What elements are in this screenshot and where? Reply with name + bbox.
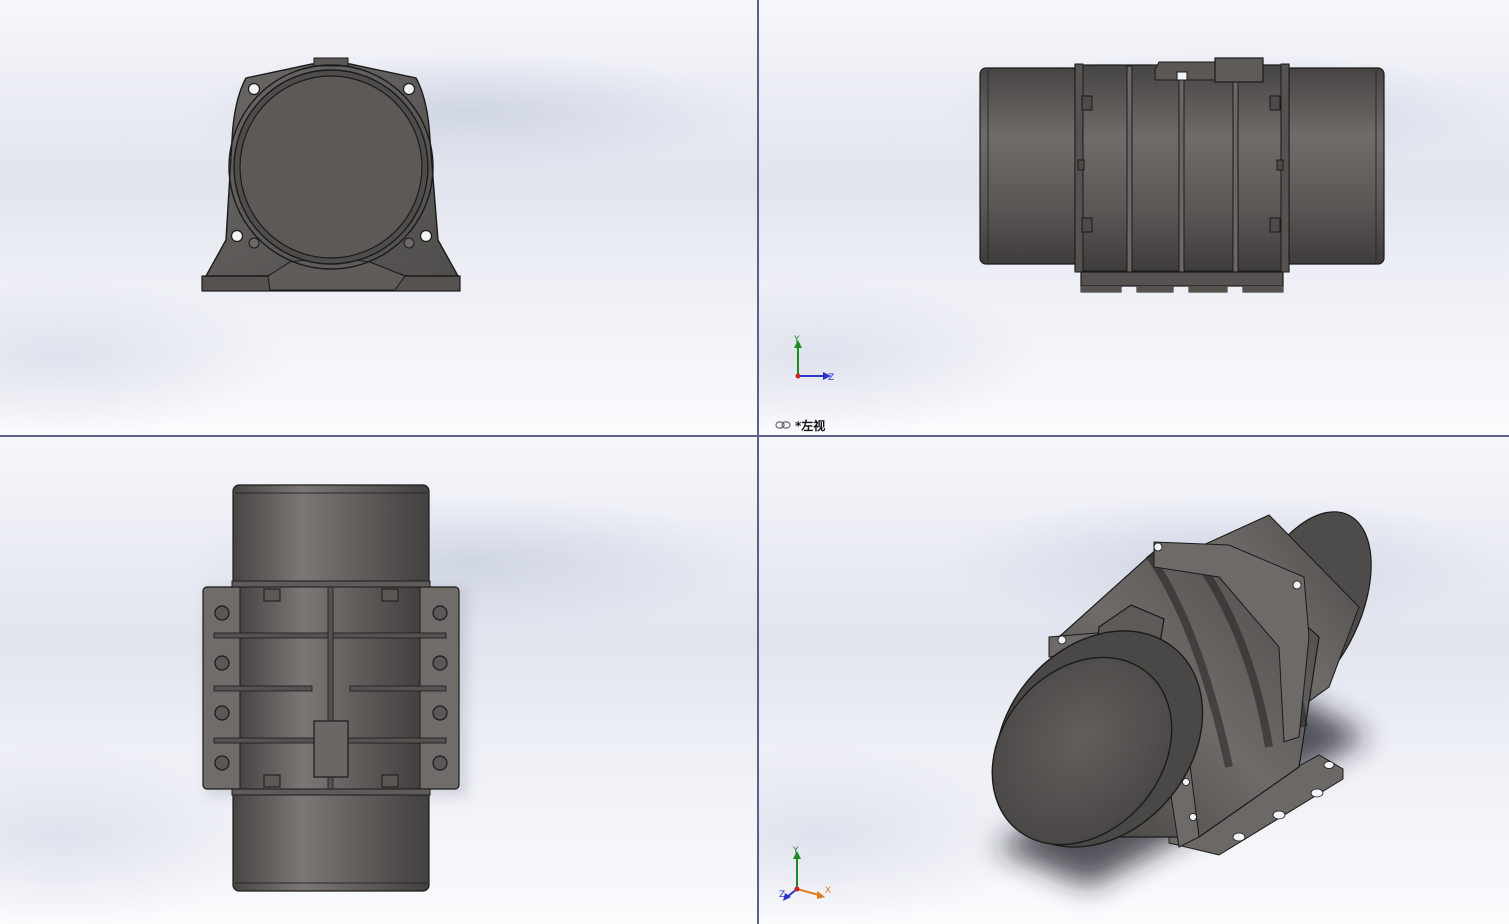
front-viewport[interactable]	[0, 0, 757, 435]
view-label: *左视	[775, 417, 825, 433]
svg-text:Z: Z	[779, 890, 785, 900]
end-cover	[239, 75, 423, 259]
isometric-viewport[interactable]: Y X Z	[759, 437, 1509, 924]
rib	[1126, 65, 1133, 275]
bolt-hole	[419, 229, 433, 243]
bolt-head	[248, 237, 260, 249]
base-plate	[1080, 271, 1284, 287]
terminal-box	[313, 720, 349, 778]
svg-text:Y: Y	[793, 335, 800, 345]
bolt-hole	[402, 82, 416, 96]
svg-text:Y: Y	[792, 846, 799, 856]
left-viewport[interactable]: Y Z *左视	[759, 0, 1509, 435]
end-cap-bottom	[232, 788, 430, 892]
rib	[213, 685, 313, 692]
x-axis-icon	[795, 373, 801, 379]
bolt-hole	[247, 82, 261, 96]
bolt-head	[403, 237, 415, 249]
vibration-motor-left-view[interactable]	[759, 0, 1509, 435]
view-name: *左视	[795, 418, 826, 433]
rib	[1232, 79, 1239, 275]
end-cap-left	[979, 67, 1081, 265]
end-cap-top	[232, 484, 430, 586]
vibration-motor-isometric-view[interactable]	[759, 437, 1509, 924]
vibration-motor-front-view[interactable]	[0, 0, 757, 435]
svg-text:Z: Z	[828, 373, 834, 383]
vibration-motor-top-view[interactable]	[0, 437, 757, 924]
axis-triad-isometric-view: Y X Z	[779, 846, 831, 901]
rib	[349, 685, 447, 692]
svg-text:X: X	[825, 886, 831, 896]
link-icon	[775, 421, 791, 429]
end-cap-right	[1282, 67, 1385, 265]
axis-triad-left-view: Y Z	[793, 335, 834, 383]
rib	[1178, 79, 1185, 275]
terminal-box	[1214, 57, 1264, 83]
top-viewport[interactable]	[0, 437, 757, 924]
bolt-hole	[230, 229, 244, 243]
x-axis-icon	[796, 888, 820, 896]
